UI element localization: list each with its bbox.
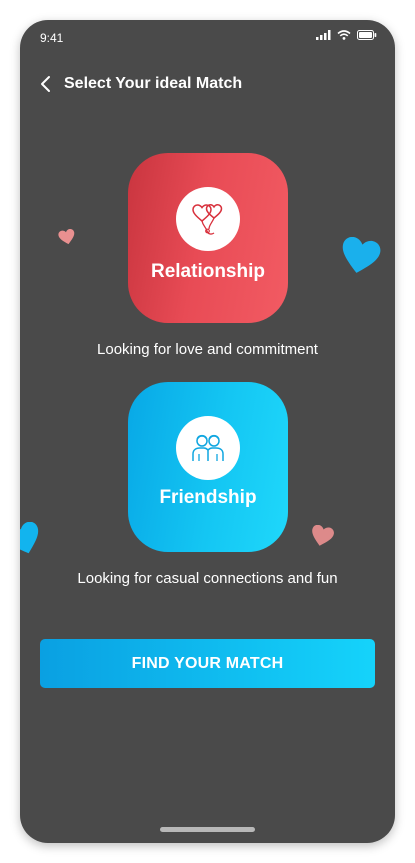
decorative-heart-icon [20, 522, 39, 554]
back-arrow-icon[interactable] [38, 74, 54, 94]
status-time: 9:41 [40, 31, 64, 45]
relationship-option-card[interactable]: Relationship [128, 153, 288, 323]
friendship-icon-circle [176, 416, 240, 480]
decorative-heart-icon [312, 525, 334, 546]
find-your-match-button[interactable]: FIND YOUR MATCH [40, 639, 375, 688]
friendship-option-card[interactable]: Friendship [128, 382, 288, 552]
friends-icon [192, 434, 224, 461]
hearts-balloon-icon [192, 204, 223, 235]
decorative-heart-icon [342, 237, 381, 273]
friendship-description: Looking for casual connections and fun [77, 570, 338, 587]
phone-screen: 9:41 Select Your ideal Match Relationshi… [20, 20, 395, 843]
wifi-icon [337, 30, 351, 40]
cellular-signal-icon [316, 30, 331, 40]
status-icons [316, 30, 377, 40]
page-title: Select Your ideal Match [64, 75, 243, 92]
friendship-label: Friendship [159, 487, 257, 508]
relationship-label: Relationship [150, 261, 265, 282]
battery-icon [357, 30, 377, 40]
relationship-description: Looking for love and commitment [97, 341, 318, 358]
home-indicator [160, 827, 255, 832]
decorative-heart-icon [58, 229, 75, 245]
relationship-icon-circle [176, 187, 240, 251]
